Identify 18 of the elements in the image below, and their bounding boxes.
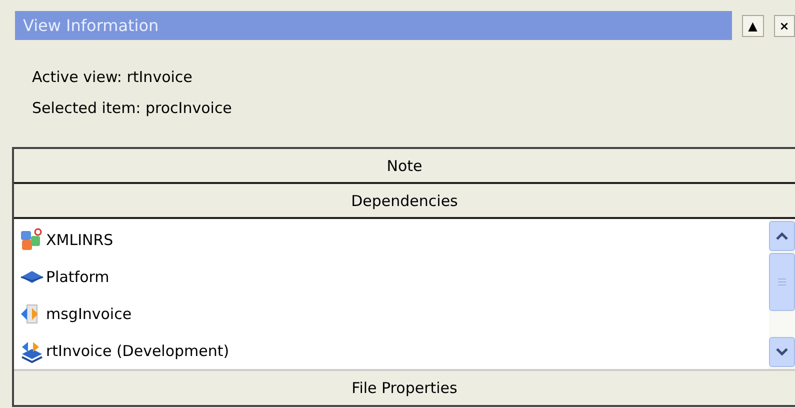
scroll-down-button[interactable] xyxy=(769,337,795,367)
scroll-thumb[interactable] xyxy=(769,253,795,311)
dependency-item[interactable]: Platform xyxy=(46,268,110,286)
panel-title: View Information xyxy=(15,11,732,40)
grip-icon xyxy=(778,278,786,286)
dependency-item[interactable]: rtInvoice (Development) xyxy=(46,342,230,360)
chevron-down-icon xyxy=(776,348,788,356)
platform-icon xyxy=(20,270,44,284)
close-button[interactable]: × xyxy=(774,14,795,36)
dependency-item[interactable]: msgInvoice xyxy=(46,304,132,322)
cubes-icon xyxy=(20,228,44,252)
info-text: Active view: rtInvoice xyxy=(32,68,194,86)
chevron-up-icon xyxy=(776,232,788,240)
scroll-up-button[interactable] xyxy=(769,221,795,251)
info-text: Selected item: procInvoice xyxy=(32,99,233,117)
collapse-button[interactable]: ▲ xyxy=(742,14,764,36)
dependency-item[interactable]: XMLINRS xyxy=(46,230,114,248)
scrollbar[interactable] xyxy=(769,219,795,369)
